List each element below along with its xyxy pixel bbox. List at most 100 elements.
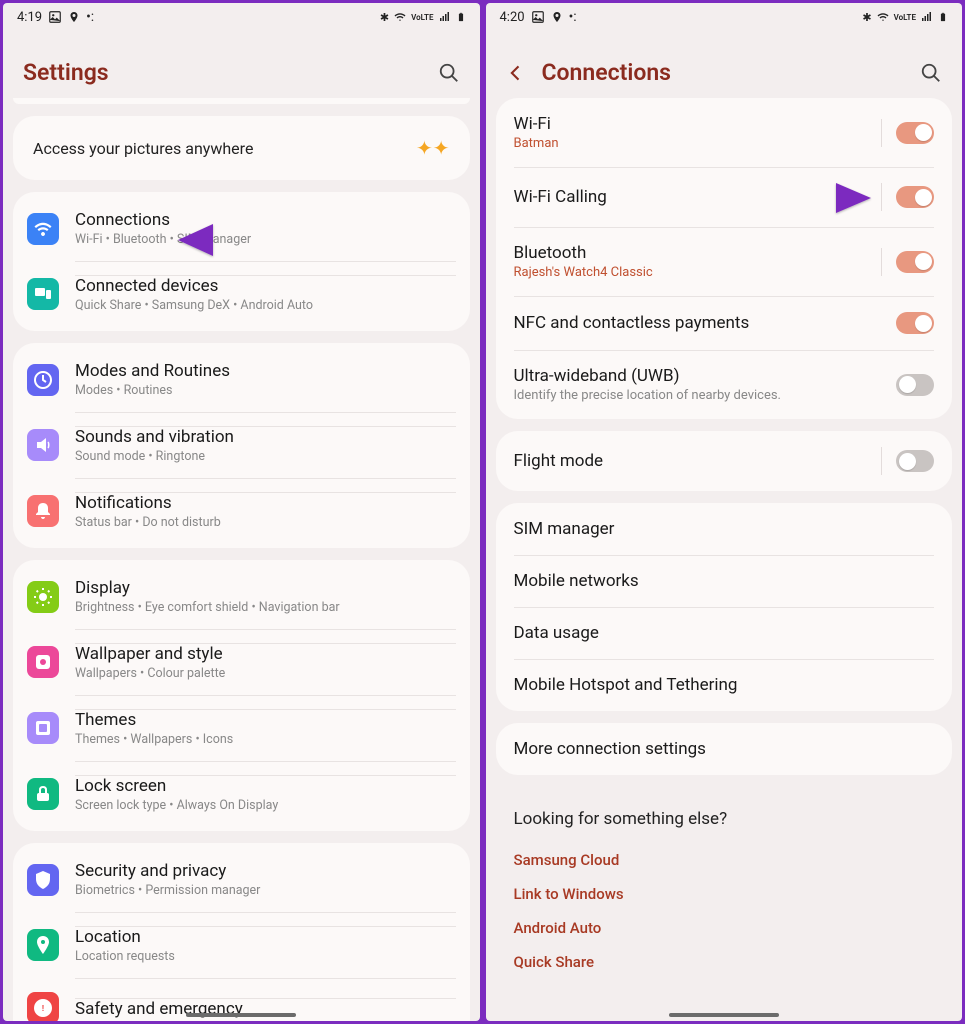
svg-text:!: ! (42, 1004, 44, 1013)
toggle-divider (881, 447, 882, 475)
toggle-wrap (881, 119, 934, 147)
status-bar: 4:20 •: ✱ VoLTE (486, 3, 963, 29)
conn-item-bluetooth[interactable]: Bluetooth Rajesh's Watch4 Classic (496, 227, 953, 296)
volte-indicator: VoLTE (411, 13, 433, 22)
conn-item-mobile-hotspot-and-tethering[interactable]: Mobile Hotspot and Tethering (496, 659, 953, 711)
routine-icon (27, 364, 59, 396)
settings-item-themes[interactable]: Themes Themes • Wallpapers • Icons (13, 695, 470, 761)
looking-section: Looking for something else? Samsung Clou… (496, 787, 953, 987)
settings-item-sounds-and-vibration[interactable]: Sounds and vibration Sound mode • Ringto… (13, 412, 470, 478)
signal-icon (438, 11, 452, 23)
looking-link-samsung-cloud[interactable]: Samsung Cloud (514, 843, 935, 877)
item-subtitle: Quick Share • Samsung DeX • Android Auto (75, 298, 456, 313)
back-button[interactable] (506, 63, 526, 83)
connections-screen: 4:20 •: ✱ VoLTE Connections Wi-Fi Batman (486, 3, 963, 1021)
settings-item-notifications[interactable]: Notifications Status bar • Do not distur… (13, 478, 470, 548)
sos-icon: ! (27, 992, 59, 1021)
item-subtitle: Identify the precise location of nearby … (514, 388, 897, 403)
wifi-icon (876, 11, 890, 23)
search-button[interactable] (920, 62, 942, 84)
settings-item-lock-screen[interactable]: Lock screen Screen lock type • Always On… (13, 761, 470, 831)
toggle-switch[interactable] (896, 186, 934, 208)
item-title: Security and privacy (75, 861, 456, 881)
item-subtitle: Wallpapers • Colour palette (75, 666, 456, 681)
item-subtitle: Modes • Routines (75, 383, 456, 398)
conn-item-ultra-wideband-uwb-[interactable]: Ultra-wideband (UWB) Identify the precis… (496, 350, 953, 419)
wifi-icon (27, 213, 59, 245)
item-title: Themes (75, 710, 456, 730)
more-icon: •: (569, 9, 577, 25)
settings-item-location[interactable]: Location Location requests (13, 912, 470, 978)
suggestion-card[interactable]: Access your pictures anywhere ✦✦ (13, 116, 470, 180)
looking-link-link-to-windows[interactable]: Link to Windows (514, 877, 935, 911)
settings-item-security-and-privacy[interactable]: Security and privacy Biometrics • Permis… (13, 843, 470, 912)
conn-item-data-usage[interactable]: Data usage (496, 607, 953, 659)
looking-link-android-auto[interactable]: Android Auto (514, 911, 935, 945)
pin-icon (68, 10, 80, 24)
item-title: Location (75, 927, 456, 947)
item-title: Ultra-wideband (UWB) (514, 366, 897, 386)
item-title: More connection settings (514, 739, 935, 759)
pin-icon (27, 929, 59, 961)
item-title: Notifications (75, 493, 456, 513)
toggle-divider (881, 183, 882, 211)
item-title: NFC and contactless payments (514, 313, 897, 333)
bluetooth-icon: ✱ (862, 11, 871, 24)
settings-item-modes-and-routines[interactable]: Modes and Routines Modes • Routines (13, 343, 470, 412)
item-subtitle: Sound mode • Ringtone (75, 449, 456, 464)
volte-indicator: VoLTE (894, 13, 916, 22)
item-subtitle: Biometrics • Permission manager (75, 883, 456, 898)
item-title: Lock screen (75, 776, 456, 796)
toggle-switch[interactable] (896, 122, 934, 144)
settings-item-connections[interactable]: Connections Wi-Fi • Bluetooth • SIM mana… (13, 192, 470, 261)
conn-item-sim-manager[interactable]: SIM manager (496, 503, 953, 555)
item-subtitle: Status bar • Do not disturb (75, 515, 456, 530)
shield-icon (27, 864, 59, 896)
item-title: Wi-Fi (514, 114, 882, 134)
settings-item-connected-devices[interactable]: Connected devices Quick Share • Samsung … (13, 261, 470, 331)
item-title: Connected devices (75, 276, 456, 296)
connections-group: Wi-Fi Batman Wi-Fi Calling Bluetooth Raj… (496, 98, 953, 419)
item-subtitle: Screen lock type • Always On Display (75, 798, 456, 813)
battery-icon (456, 10, 466, 24)
item-title: Wi-Fi Calling (514, 187, 882, 207)
toggle-switch[interactable] (896, 374, 934, 396)
home-indicator[interactable] (186, 1013, 296, 1017)
sparkle-icon: ✦✦ (416, 136, 450, 160)
conn-item-nfc-and-contactless-payments[interactable]: NFC and contactless payments (496, 296, 953, 350)
item-title: Data usage (514, 623, 935, 643)
looking-link-quick-share[interactable]: Quick Share (514, 945, 935, 979)
lock-icon (27, 778, 59, 810)
settings-group: Modes and Routines Modes • Routines Soun… (13, 343, 470, 548)
home-indicator[interactable] (669, 1013, 779, 1017)
page-title: Connections (542, 59, 672, 86)
toggle-switch[interactable] (896, 450, 934, 472)
connections-header: Connections (486, 29, 963, 98)
item-title: SIM manager (514, 519, 935, 539)
conn-item-wi-fi[interactable]: Wi-Fi Batman (496, 98, 953, 167)
item-title: Modes and Routines (75, 361, 456, 381)
bluetooth-icon: ✱ (380, 11, 389, 24)
settings-item-display[interactable]: Display Brightness • Eye comfort shield … (13, 560, 470, 629)
toggle-switch[interactable] (896, 312, 934, 334)
item-subtitle: Batman (514, 136, 882, 151)
looking-title: Looking for something else? (514, 809, 935, 829)
settings-group: Display Brightness • Eye comfort shield … (13, 560, 470, 831)
connections-group: SIM manager Mobile networks Data usage M… (496, 503, 953, 711)
settings-content: Access your pictures anywhere ✦✦ Connect… (3, 98, 480, 1021)
item-subtitle: Wi-Fi • Bluetooth • SIM manager (75, 232, 456, 247)
search-button[interactable] (438, 62, 460, 84)
item-subtitle: Themes • Wallpapers • Icons (75, 732, 456, 747)
gallery-icon (48, 10, 62, 24)
settings-item-wallpaper-and-style[interactable]: Wallpaper and style Wallpapers • Colour … (13, 629, 470, 695)
conn-item-flight-mode[interactable]: Flight mode (496, 431, 953, 491)
suggestion-text: Access your pictures anywhere (33, 139, 253, 158)
conn-item-wi-fi-calling[interactable]: Wi-Fi Calling (496, 167, 953, 227)
conn-item-mobile-networks[interactable]: Mobile networks (496, 555, 953, 607)
settings-group: Connections Wi-Fi • Bluetooth • SIM mana… (13, 192, 470, 331)
connections-content: Wi-Fi Batman Wi-Fi Calling Bluetooth Raj… (486, 98, 963, 1021)
conn-item-more-connection-settings[interactable]: More connection settings (496, 723, 953, 775)
toggle-switch[interactable] (896, 251, 934, 273)
connections-group: Flight mode (496, 431, 953, 491)
item-subtitle: Location requests (75, 949, 456, 964)
